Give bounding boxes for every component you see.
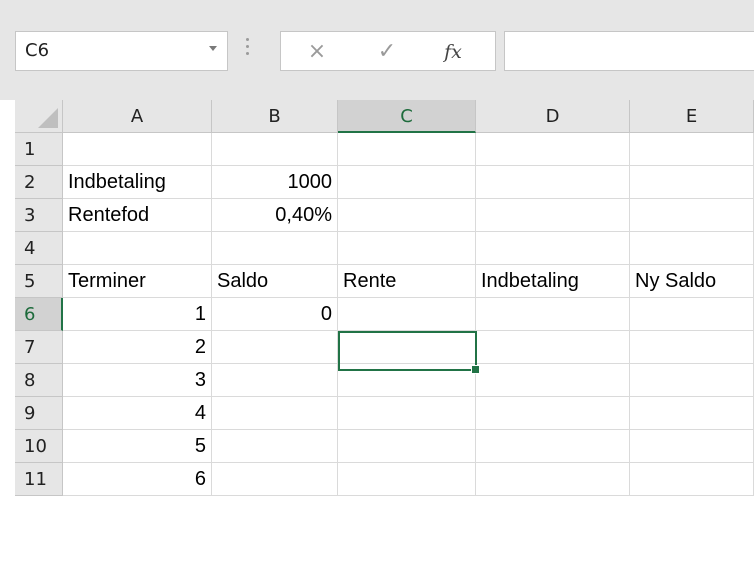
cell-a11[interactable]: 6 <box>63 463 212 496</box>
cell-b10[interactable] <box>212 430 338 463</box>
cell-a3[interactable]: Rentefod <box>63 199 212 232</box>
cell-d1[interactable] <box>476 133 630 166</box>
cell-a7[interactable]: 2 <box>63 331 212 364</box>
cell-e8[interactable] <box>630 364 754 397</box>
name-box[interactable]: C6 <box>15 31 228 71</box>
cell-b1[interactable] <box>212 133 338 166</box>
cell-c7[interactable] <box>338 331 476 364</box>
excel-window: C6 × ✓ fx ABCDE 1 2 3 4 5 6 7 8 9 10 11 Indbetalin… <box>0 0 754 575</box>
cell-c11[interactable] <box>338 463 476 496</box>
cell-a6[interactable]: 1 <box>63 298 212 331</box>
select-all-triangle-icon <box>38 108 58 128</box>
cell-e1[interactable] <box>630 133 754 166</box>
cell-c1[interactable] <box>338 133 476 166</box>
cell-d11[interactable] <box>476 463 630 496</box>
cell-c3[interactable] <box>338 199 476 232</box>
row-header-5[interactable]: 5 <box>15 265 63 298</box>
cell-b6[interactable]: 0 <box>212 298 338 331</box>
insert-function-icon[interactable]: fx <box>439 39 467 65</box>
row-header-6[interactable]: 6 <box>15 298 63 331</box>
cell-e7[interactable] <box>630 331 754 364</box>
cell-d8[interactable] <box>476 364 630 397</box>
cell-a5[interactable]: Terminer <box>63 265 212 298</box>
cell-a1[interactable] <box>63 133 212 166</box>
column-header-a[interactable]: A <box>63 100 212 133</box>
cell-b8[interactable] <box>212 364 338 397</box>
cell-c5[interactable]: Rente <box>338 265 476 298</box>
column-header-b[interactable]: B <box>212 100 338 133</box>
cell-a8[interactable]: 3 <box>63 364 212 397</box>
row-header-8[interactable]: 8 <box>15 364 63 397</box>
row-header-1[interactable]: 1 <box>15 133 63 166</box>
column-header-c[interactable]: C <box>338 100 476 133</box>
cell-a2[interactable]: Indbetaling <box>63 166 212 199</box>
cancel-icon[interactable]: × <box>303 39 331 65</box>
chevron-down-icon[interactable] <box>209 46 217 51</box>
column-header-e[interactable]: E <box>630 100 754 133</box>
cell-c10[interactable] <box>338 430 476 463</box>
row-header-2[interactable]: 2 <box>15 166 63 199</box>
cell-b4[interactable] <box>212 232 338 265</box>
cell-d10[interactable] <box>476 430 630 463</box>
cell-d5[interactable]: Indbetaling <box>476 265 630 298</box>
row-header-7[interactable]: 7 <box>15 331 63 364</box>
cell-a10[interactable]: 5 <box>63 430 212 463</box>
cell-b3[interactable]: 0,40% <box>212 199 338 232</box>
row-header-4[interactable]: 4 <box>15 232 63 265</box>
cell-a4[interactable] <box>63 232 212 265</box>
formula-bar: C6 × ✓ fx <box>0 12 754 88</box>
cell-e6[interactable] <box>630 298 754 331</box>
cell-e5[interactable]: Ny Saldo <box>630 265 754 298</box>
cell-d6[interactable] <box>476 298 630 331</box>
cell-b7[interactable] <box>212 331 338 364</box>
cell-b5[interactable]: Saldo <box>212 265 338 298</box>
row-header-11[interactable]: 11 <box>15 463 63 496</box>
cell-c8[interactable] <box>338 364 476 397</box>
cell-d4[interactable] <box>476 232 630 265</box>
column-header-d[interactable]: D <box>476 100 630 133</box>
formula-input[interactable] <box>504 31 754 71</box>
enter-check-icon[interactable]: ✓ <box>373 39 401 65</box>
cell-d2[interactable] <box>476 166 630 199</box>
cell-e3[interactable] <box>630 199 754 232</box>
cell-b9[interactable] <box>212 397 338 430</box>
cell-c4[interactable] <box>338 232 476 265</box>
cell-e10[interactable] <box>630 430 754 463</box>
row-header-9[interactable]: 9 <box>15 397 63 430</box>
formula-buttons: × ✓ fx <box>280 31 496 71</box>
cell-b11[interactable] <box>212 463 338 496</box>
cell-c9[interactable] <box>338 397 476 430</box>
cell-d7[interactable] <box>476 331 630 364</box>
cell-b2[interactable]: 1000 <box>212 166 338 199</box>
cell-d9[interactable] <box>476 397 630 430</box>
cell-e2[interactable] <box>630 166 754 199</box>
cell-e11[interactable] <box>630 463 754 496</box>
cell-e9[interactable] <box>630 397 754 430</box>
row-header-10[interactable]: 10 <box>15 430 63 463</box>
cell-a9[interactable]: 4 <box>63 397 212 430</box>
grip-handle-icon[interactable] <box>246 38 250 62</box>
cell-d3[interactable] <box>476 199 630 232</box>
cell-c2[interactable] <box>338 166 476 199</box>
cell-e4[interactable] <box>630 232 754 265</box>
name-box-value: C6 <box>25 40 50 61</box>
row-header-3[interactable]: 3 <box>15 199 63 232</box>
cell-c6[interactable] <box>338 298 476 331</box>
select-all-button[interactable] <box>15 100 63 133</box>
